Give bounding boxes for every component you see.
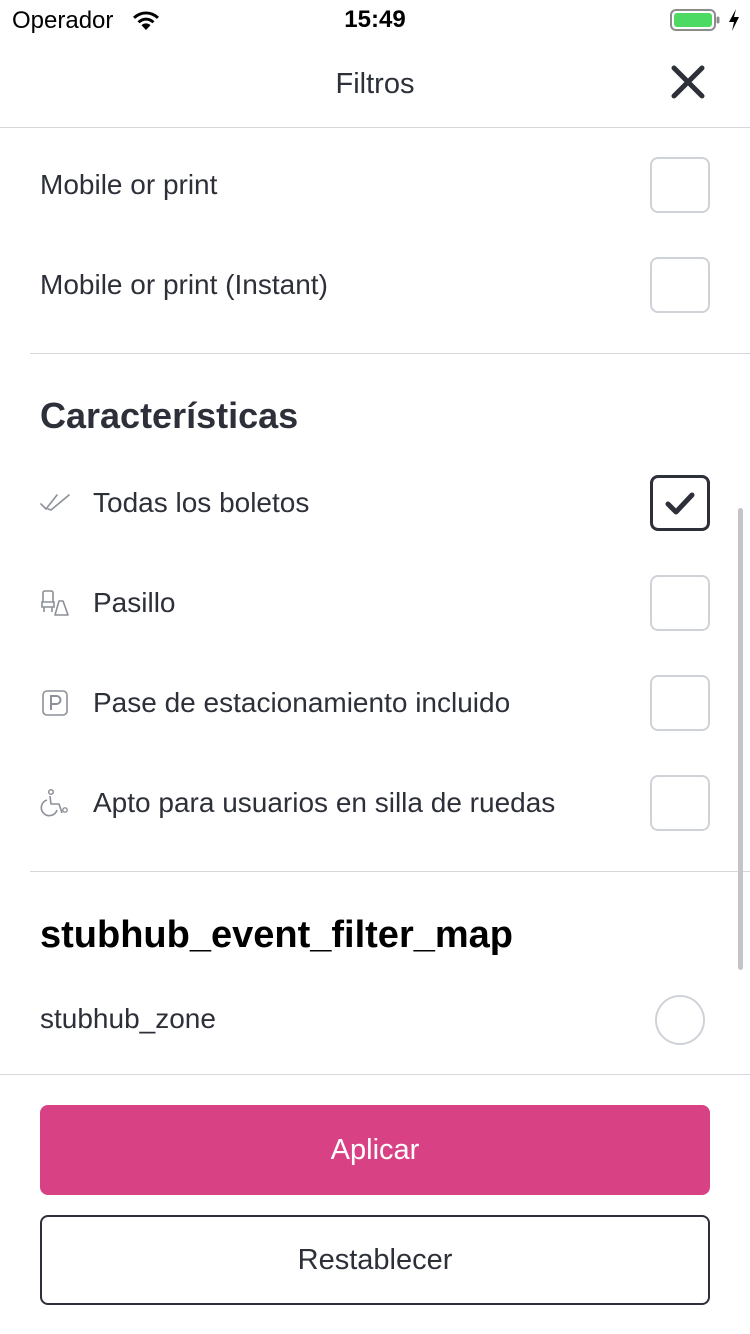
option-label: Mobile or print bbox=[40, 169, 218, 200]
feature-option-all-tickets[interactable]: Todas los boletos bbox=[40, 473, 710, 533]
battery-icon bbox=[670, 9, 720, 31]
wheelchair-icon bbox=[40, 788, 68, 817]
section-title-map-filter: stubhub_event_filter_map bbox=[40, 914, 513, 956]
checkbox[interactable] bbox=[650, 675, 710, 731]
feature-option-parking[interactable]: Pase de estacionamiento incluido bbox=[40, 673, 710, 733]
option-label: Apto para usuarios en silla de ruedas bbox=[93, 787, 556, 818]
feature-option-aisle[interactable]: Pasillo bbox=[40, 573, 710, 633]
close-icon[interactable] bbox=[666, 60, 710, 104]
aisle-seat-icon bbox=[41, 590, 69, 616]
apply-button[interactable]: Aplicar bbox=[40, 1105, 710, 1195]
feature-option-wheelchair[interactable]: Apto para usuarios en silla de ruedas bbox=[40, 773, 710, 833]
reset-button[interactable]: Restablecer bbox=[40, 1215, 710, 1305]
map-option-zone[interactable]: stubhub_zone bbox=[40, 990, 710, 1050]
charging-bolt-icon bbox=[729, 9, 739, 31]
delivery-option-mobile-or-print[interactable]: Mobile or print bbox=[40, 155, 710, 215]
double-check-icon bbox=[40, 494, 70, 511]
checkbox[interactable] bbox=[650, 575, 710, 631]
checkbox-checked[interactable] bbox=[650, 475, 710, 531]
option-label: Mobile or print (Instant) bbox=[40, 269, 328, 300]
filters-screen: Operador 15:49 Filtros Mobile or print M… bbox=[0, 0, 750, 1334]
checkmark-icon bbox=[665, 492, 695, 515]
checkbox[interactable] bbox=[650, 257, 710, 313]
option-label: stubhub_zone bbox=[40, 1003, 216, 1034]
divider bbox=[30, 353, 750, 354]
option-label: Pase de estacionamiento incluido bbox=[93, 687, 511, 718]
checkbox[interactable] bbox=[650, 775, 710, 831]
option-label: Pasillo bbox=[93, 587, 176, 618]
checkbox[interactable] bbox=[650, 157, 710, 213]
delivery-option-mobile-or-print-instant[interactable]: Mobile or print (Instant) bbox=[40, 255, 710, 315]
divider bbox=[30, 871, 750, 872]
clock: 15:49 bbox=[344, 6, 406, 33]
page-title: Filtros bbox=[335, 68, 415, 100]
scrollbar[interactable] bbox=[738, 508, 743, 970]
option-label: Todas los boletos bbox=[93, 487, 310, 518]
radio-button[interactable] bbox=[655, 995, 705, 1045]
parking-icon bbox=[42, 690, 68, 716]
section-title-features: Características bbox=[40, 395, 299, 436]
filters-header: Filtros bbox=[0, 40, 750, 128]
filters-footer: Aplicar Restablecer bbox=[0, 1074, 750, 1334]
status-bar: Operador 15:49 bbox=[0, 0, 750, 40]
